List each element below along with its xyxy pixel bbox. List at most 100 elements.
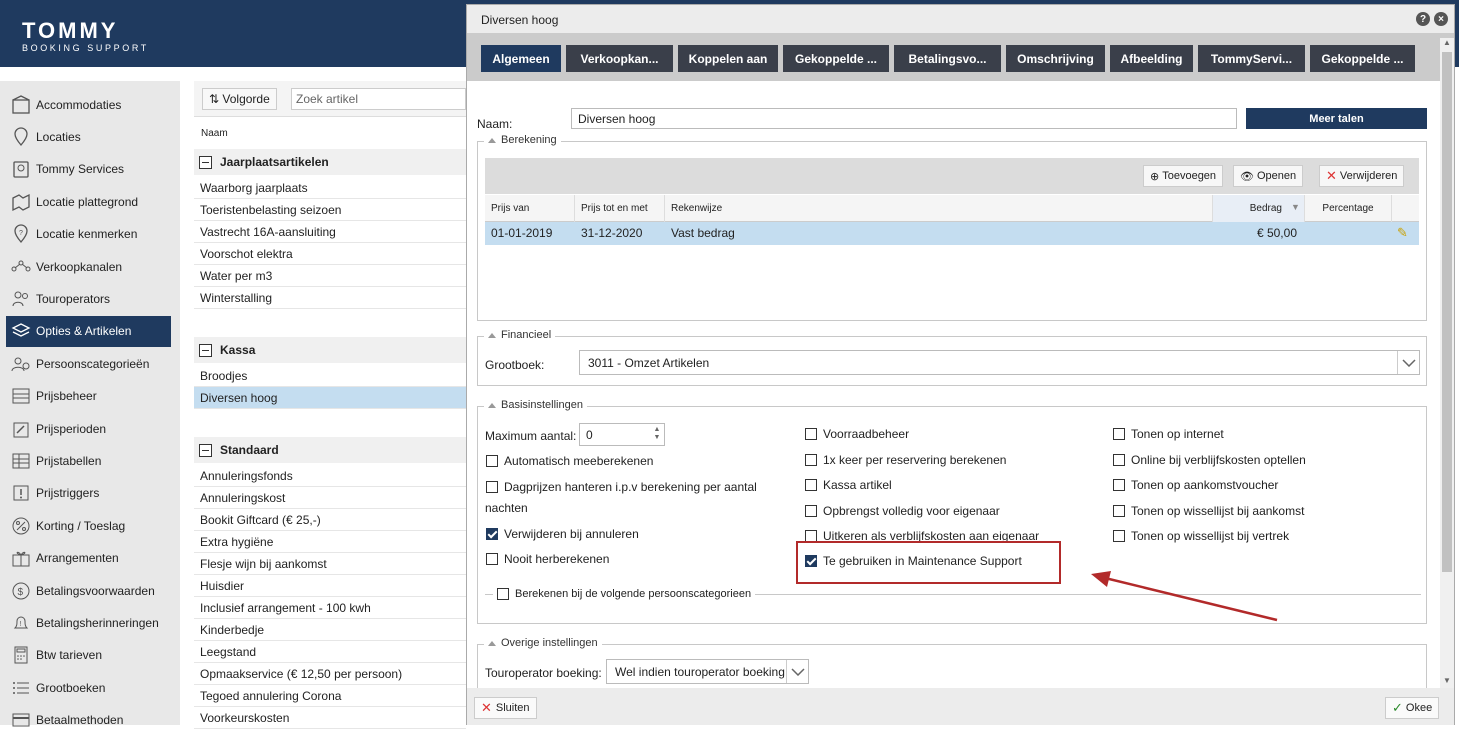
tab-algemeen[interactable]: Algemeen [481, 45, 561, 72]
sidebar-item-btw-tarieven[interactable]: Btw tarieven [6, 640, 171, 671]
column-header-name[interactable]: Naam [194, 118, 466, 146]
group-header[interactable]: Kassa [194, 337, 466, 363]
search-input[interactable] [291, 88, 466, 110]
sidebar-item-arrangementen[interactable]: Arrangementen [6, 543, 171, 574]
meer-talen-button[interactable]: Meer talen [1246, 108, 1427, 129]
column-header[interactable]: Prijs tot en met [575, 195, 665, 222]
scroll-up-icon[interactable]: ▲ [1440, 38, 1454, 50]
sidebar-item-persoonscategorie-n[interactable]: Persoonscategorieën [6, 348, 171, 379]
tab-gekoppelde[interactable]: Gekoppelde ... [783, 45, 889, 72]
sidebar-item-accommodaties[interactable]: Accommodaties [6, 89, 171, 120]
tab-verkoopkan[interactable]: Verkoopkan... [566, 45, 673, 72]
checkbox[interactable] [486, 553, 498, 565]
table-row[interactable]: 01-01-2019 31-12-2020 Vast bedrag € 50,00 ✎ [485, 222, 1419, 245]
edit-pencil-icon[interactable]: ✎ [1397, 225, 1408, 241]
verwijderen-button[interactable]: ✕ Verwijderen [1319, 165, 1405, 187]
list-item[interactable]: Tegoed annulering Corona [194, 685, 466, 707]
list-item[interactable]: Leegstand [194, 641, 466, 663]
checkbox[interactable] [1113, 454, 1125, 466]
sort-down-icon[interactable]: ▼ [1291, 202, 1300, 212]
chevron-down-icon[interactable] [1397, 351, 1419, 374]
checkbox[interactable] [486, 481, 498, 493]
list-item[interactable]: Inclusief arrangement - 100 kwh [194, 597, 466, 619]
touroperator-select[interactable]: Wel indien touroperator boeking [606, 659, 809, 684]
sidebar-item-prijsperioden[interactable]: Prijsperioden [6, 413, 171, 444]
sidebar-item-betalingsherinneringen[interactable]: ! Betalingsherinneringen [6, 607, 171, 638]
column-header[interactable]: Prijs van [485, 195, 575, 222]
okee-button[interactable]: ✓ Okee [1385, 697, 1440, 719]
sidebar-item-touroperators[interactable]: Touroperators [6, 283, 171, 314]
checkbox[interactable] [805, 454, 817, 466]
list-item[interactable]: Winterstalling [194, 287, 466, 309]
checkbox[interactable] [805, 479, 817, 491]
close-icon[interactable]: × [1434, 12, 1448, 26]
sidebar-item-betaalmethoden[interactable]: Betaalmethoden [6, 705, 171, 736]
list-item[interactable]: Voorschot elektra [194, 243, 466, 265]
berekening-legend[interactable]: Berekening [484, 134, 561, 146]
tab-gekoppelde[interactable]: Gekoppelde ... [1310, 45, 1415, 72]
tab-omschrijving[interactable]: Omschrijving [1006, 45, 1105, 72]
toevoegen-button[interactable]: ⊕ Toevoegen [1143, 165, 1224, 187]
sidebar-item-betalingsvoorwaarden[interactable]: $ Betalingsvoorwaarden [6, 575, 171, 606]
list-item[interactable]: Diversen hoog [194, 387, 466, 409]
sidebar-item-tommy-services[interactable]: Tommy Services [6, 154, 171, 185]
tab-koppelen-aan[interactable]: Koppelen aan [678, 45, 778, 72]
list-item[interactable]: Vastrecht 16A-aansluiting [194, 221, 466, 243]
list-item[interactable]: Water per m3 [194, 265, 466, 287]
list-item[interactable]: Annuleringskost [194, 487, 466, 509]
checkbox[interactable] [805, 505, 817, 517]
basis-legend[interactable]: Basisinstellingen [484, 399, 587, 411]
list-item[interactable]: Voorkeurskosten [194, 707, 466, 729]
sidebar-item-prijstabellen[interactable]: Prijstabellen [6, 445, 171, 476]
checkbox[interactable] [1113, 428, 1125, 440]
group-header[interactable]: Standaard [194, 437, 466, 463]
list-item[interactable]: Annuleringsfonds [194, 465, 466, 487]
sidebar-item-locatie-kenmerken[interactable]: ? Locatie kenmerken [6, 219, 171, 250]
tab-betalingsvo[interactable]: Betalingsvo... [894, 45, 1001, 72]
tab-afbeelding[interactable]: Afbeelding [1110, 45, 1193, 72]
column-header[interactable]: Percentage [1305, 195, 1392, 222]
list-item[interactable]: Opmaakservice (€ 12,50 per persoon) [194, 663, 466, 685]
checkbox[interactable] [486, 455, 498, 467]
spinner-arrows-icon[interactable]: ▲ ▼ [652, 426, 662, 442]
sort-button[interactable]: ⇅ Volgorde [202, 88, 277, 110]
persoons-checkbox[interactable] [497, 588, 509, 600]
collapse-minus-icon[interactable] [199, 443, 212, 457]
list-item[interactable]: Toeristenbelasting seizoen [194, 199, 466, 221]
list-item[interactable]: Extra hygiëne [194, 531, 466, 553]
list-item[interactable]: Kinderbedje [194, 619, 466, 641]
scroll-thumb[interactable] [1442, 52, 1452, 572]
list-item[interactable]: Flesje wijn bij aankomst [194, 553, 466, 575]
max-aantal-stepper[interactable]: 0 ▲ ▼ [579, 423, 665, 446]
overige-legend[interactable]: Overige instellingen [484, 637, 602, 649]
list-item[interactable]: Bookit Giftcard (€ 25,-) [194, 509, 466, 531]
tab-tommyservi[interactable]: TommyServi... [1198, 45, 1305, 72]
dialog-scrollbar[interactable]: ▲ ▼ [1440, 38, 1454, 688]
chevron-down-icon[interactable] [786, 660, 808, 683]
sluiten-button[interactable]: ✕ Sluiten [474, 697, 537, 719]
column-header[interactable]: Rekenwijze [665, 195, 1213, 222]
sidebar-item-korting-toeslag[interactable]: Korting / Toeslag [6, 510, 171, 541]
financieel-legend[interactable]: Financieel [484, 329, 556, 341]
name-input[interactable] [571, 108, 1237, 129]
sidebar-item-grootboeken[interactable]: Grootboeken [6, 672, 171, 703]
sidebar-item-locatie-plattegrond[interactable]: Locatie plattegrond [6, 186, 171, 217]
checkbox[interactable] [486, 528, 498, 540]
checkbox[interactable] [805, 428, 817, 440]
sidebar-item-prijstriggers[interactable]: Prijstriggers [6, 478, 171, 509]
sidebar-item-prijsbeheer[interactable]: Prijsbeheer [6, 381, 171, 412]
list-item[interactable]: Broodjes [194, 365, 466, 387]
checkbox[interactable] [1113, 479, 1125, 491]
collapse-minus-icon[interactable] [199, 155, 212, 169]
sidebar-item-opties-artikelen[interactable]: Opties & Artikelen [6, 315, 171, 347]
brand-logo[interactable]: TOMMY BOOKING SUPPORT [22, 20, 149, 54]
list-item[interactable]: Huisdier [194, 575, 466, 597]
checkbox[interactable] [1113, 505, 1125, 517]
openen-button[interactable]: 👁 Openen [1233, 165, 1304, 187]
collapse-minus-icon[interactable] [199, 343, 212, 357]
help-icon[interactable]: ? [1416, 12, 1430, 26]
sidebar-item-verkoopkanalen[interactable]: Verkoopkanalen [6, 251, 171, 282]
persoons-toggle[interactable]: Berekenen bij de volgende persoonscatego… [493, 587, 755, 601]
sidebar-item-locaties[interactable]: Locaties [6, 121, 171, 152]
checkbox[interactable] [1113, 530, 1125, 542]
